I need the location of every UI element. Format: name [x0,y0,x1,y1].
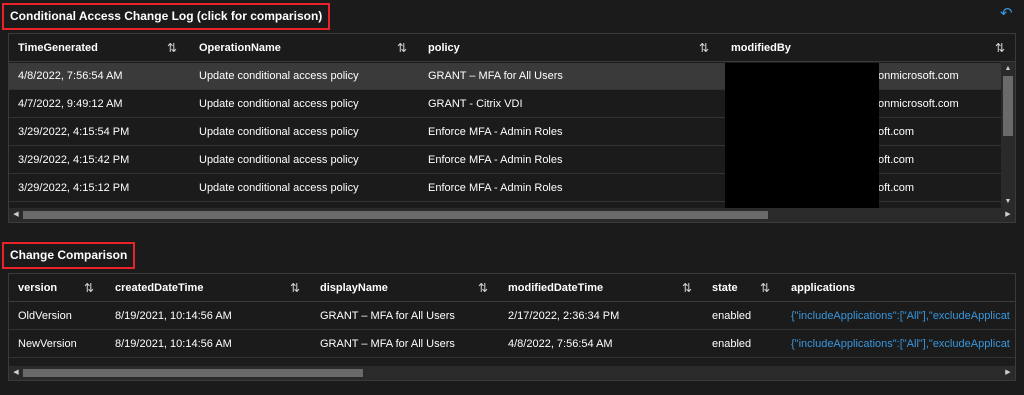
cell-operationname: Update conditional access policy [199,70,359,82]
table-row[interactable]: NewVersion 8/19/2021, 10:14:56 AM GRANT … [9,331,1015,358]
cell-operationname: Update conditional access policy [199,126,359,138]
cell-operationname: Update conditional access policy [199,154,359,166]
cell-policy: GRANT - Citrix VDI [428,98,523,110]
scroll-left-arrow-icon[interactable]: ◀ [9,208,23,222]
cell-applications-link[interactable]: {"includeApplications":["All"],"excludeA… [782,331,1015,358]
cell-timegenerated: 4/8/2022, 7:56:54 AM [18,70,123,82]
column-header-operationname[interactable]: OperationName [190,34,420,62]
sort-icon[interactable]: ⇅ [167,34,177,62]
cell-policy: Enforce MFA - Admin Roles [428,154,563,166]
cell-version: NewVersion [18,338,77,350]
cell-policy: GRANT – MFA for All Users [428,70,563,82]
cell-timegenerated: 3/29/2022, 4:15:42 PM [18,154,130,166]
vertical-scrollbar[interactable]: ▲ ▼ [1001,62,1015,208]
change-comparison-header: version ⇅ createdDateTime ⇅ displayName … [9,274,1015,302]
cell-modifieddatetime: 2/17/2022, 2:36:34 PM [508,310,620,322]
cell-timegenerated: 3/29/2022, 4:15:54 PM [18,126,130,138]
cell-state: enabled [712,338,752,350]
cell-modifiedby: onmicrosoft.com [878,98,959,110]
cell-timegenerated: 3/29/2022, 4:15:12 PM [18,182,130,194]
horizontal-scroll-thumb[interactable] [23,369,363,377]
change-comparison-grid: version ⇅ createdDateTime ⇅ displayName … [8,273,1016,381]
cell-state: enabled [712,310,752,322]
column-header-displayname[interactable]: displayName [311,274,491,302]
change-log-header: TimeGenerated ⇅ OperationName ⇅ policy ⇅… [9,34,1015,62]
scroll-left-arrow-icon[interactable]: ◀ [9,366,23,380]
change-log-title: Conditional Access Change Log (click for… [2,3,331,30]
sort-icon[interactable]: ⇅ [84,274,94,302]
scroll-up-arrow-icon[interactable]: ▲ [1001,62,1015,75]
cell-timegenerated: 4/7/2022, 9:49:12 AM [18,98,123,110]
cell-policy: Enforce MFA - Admin Roles [428,182,563,194]
cell-operationname: Update conditional access policy [199,182,359,194]
sort-icon[interactable]: ⇅ [699,34,709,62]
horizontal-scroll-thumb[interactable] [23,211,768,219]
cell-modifiedby: oft.com [878,154,915,166]
column-header-applications[interactable]: applications [782,274,1015,302]
cell-applications-link[interactable]: {"includeApplications":["All"],"excludeA… [782,303,1015,330]
horizontal-scrollbar[interactable]: ◀ ▶ [9,366,1015,380]
sort-icon[interactable]: ⇅ [682,274,692,302]
sort-icon[interactable]: ⇅ [290,274,300,302]
scroll-right-arrow-icon[interactable]: ▶ [1001,366,1015,380]
sort-icon[interactable]: ⇅ [478,274,488,302]
cell-modifiedby: onmicrosoft.com [878,70,959,82]
cell-policy: Enforce MFA - Admin Roles [428,126,563,138]
change-log-grid: TimeGenerated ⇅ OperationName ⇅ policy ⇅… [8,33,1016,223]
cell-createddatetime: 8/19/2021, 10:14:56 AM [115,310,232,322]
redaction-block [725,63,879,208]
column-header-createddatetime[interactable]: createdDateTime [106,274,306,302]
column-header-policy[interactable]: policy [419,34,719,62]
vertical-scroll-thumb[interactable] [1003,76,1013,136]
cell-modifiedby: oft.com [878,182,915,194]
scroll-down-arrow-icon[interactable]: ▼ [1001,195,1015,208]
cell-displayname: GRANT – MFA for All Users [320,310,455,322]
cell-modifieddatetime: 4/8/2022, 7:56:54 AM [508,338,613,350]
sort-icon[interactable]: ⇅ [397,34,407,62]
cell-modifiedby: oft.com [878,126,915,138]
column-header-modifiedby[interactable]: modifiedBy [722,34,982,62]
cell-createddatetime: 8/19/2021, 10:14:56 AM [115,338,232,350]
cell-version: OldVersion [18,310,72,322]
undo-icon[interactable]: ↶ [1000,6,1016,22]
horizontal-scrollbar[interactable]: ◀ ▶ [9,208,1015,222]
change-comparison-title: Change Comparison [2,242,136,269]
sort-icon[interactable]: ⇅ [760,274,770,302]
cell-operationname: Update conditional access policy [199,98,359,110]
table-row[interactable]: OldVersion 8/19/2021, 10:14:56 AM GRANT … [9,303,1015,330]
cell-displayname: GRANT – MFA for All Users [320,338,455,350]
sort-icon[interactable]: ⇅ [995,34,1005,62]
column-header-modifieddatetime[interactable]: modifiedDateTime [499,274,699,302]
column-header-state[interactable]: state [703,274,783,302]
scroll-right-arrow-icon[interactable]: ▶ [1001,208,1015,222]
